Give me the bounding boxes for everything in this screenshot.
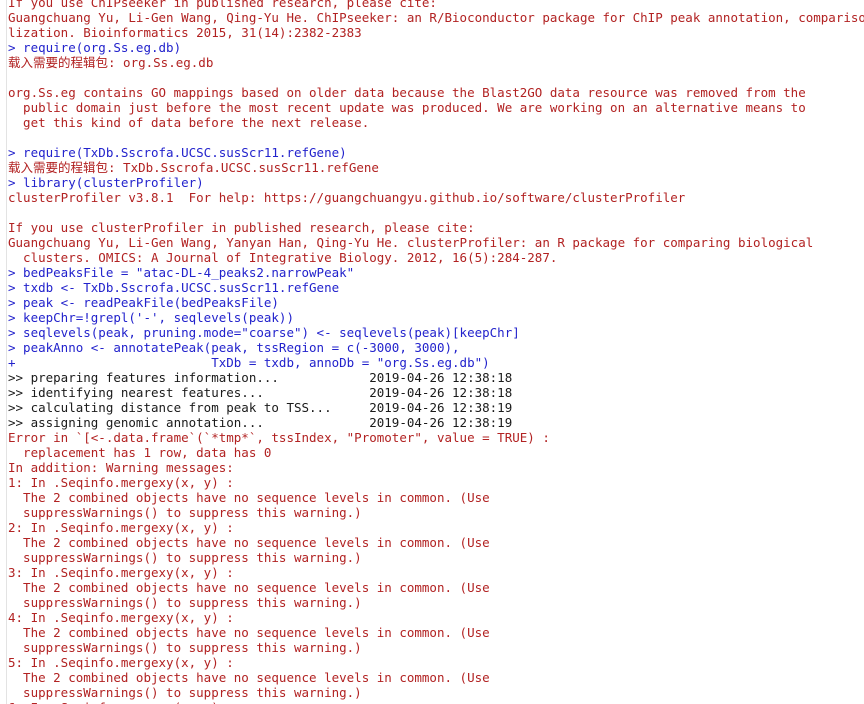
console-output-line: 载入需要的程辑包: TxDb.Sscrofa.UCSC.susScr11.ref… (8, 160, 379, 175)
console-command-line: > library(clusterProfiler) (8, 175, 204, 190)
console-scroll-area[interactable]: If you use ChIPseeker in published resea… (8, 0, 864, 704)
progress-message: >> preparing features information... (8, 370, 279, 385)
progress-padding (332, 400, 370, 415)
console-error-line: In addition: Warning messages: (8, 460, 234, 475)
console-error-line: The 2 combined objects have no sequence … (8, 490, 490, 505)
console-error-line: 5: In .Seqinfo.mergexy(x, y) : (8, 655, 234, 670)
console-command-line: > require(TxDb.Sscrofa.UCSC.susScr11.ref… (8, 145, 347, 160)
console-error-line: 2: In .Seqinfo.mergexy(x, y) : (8, 520, 234, 535)
console-output-line: If you use ChIPseeker in published resea… (8, 0, 437, 10)
console-error-line: suppressWarnings() to suppress this warn… (8, 550, 362, 565)
console-command-line: > keepChr=!grepl('-', seqlevels(peak)) (8, 310, 294, 325)
progress-timestamp: 2019-04-26 12:38:18 (369, 385, 513, 400)
progress-message: >> assigning genomic annotation... (8, 415, 264, 430)
console-error-line: suppressWarnings() to suppress this warn… (8, 595, 362, 610)
console-output-line: 载入需要的程辑包: org.Ss.eg.db (8, 55, 214, 70)
progress-timestamp: 2019-04-26 12:38:19 (369, 400, 513, 415)
console-command-line: > bedPeaksFile = "atac-DL-4_peaks2.narro… (8, 265, 355, 280)
console-error-line: Error in `[<-.data.frame`(`*tmp*`, tssIn… (8, 430, 550, 445)
console-output-line: lization. Bioinformatics 2015, 31(14):23… (8, 25, 362, 40)
console-output-line: If you use clusterProfiler in published … (8, 220, 475, 235)
console-error-line: The 2 combined objects have no sequence … (8, 670, 490, 685)
console-progress-line: >> identifying nearest features... 2019-… (8, 385, 864, 400)
console-command-line: > peak <- readPeakFile(bedPeaksFile) (8, 295, 279, 310)
console-error-line: 6: In .Seqinfo.mergexy(x, y) : (8, 700, 864, 704)
console-error-line: suppressWarnings() to suppress this warn… (8, 505, 362, 520)
console-error-line: 3: In .Seqinfo.mergexy(x, y) : (8, 565, 234, 580)
console-error-line: suppressWarnings() to suppress this warn… (8, 640, 362, 655)
progress-message: >> identifying nearest features... (8, 385, 264, 400)
progress-message: >> calculating distance from peak to TSS… (8, 400, 332, 415)
progress-padding (264, 385, 369, 400)
console-command-line: > seqlevels(peak, pruning.mode="coarse")… (8, 325, 520, 340)
progress-padding (279, 370, 369, 385)
console-output-line: Guangchuang Yu, Li-Gen Wang, Qing-Yu He.… (8, 10, 864, 25)
console-error-line: The 2 combined objects have no sequence … (8, 625, 490, 640)
console-command-line: > require(org.Ss.eg.db) (8, 40, 182, 55)
progress-padding (264, 415, 369, 430)
console-output-line: org.Ss.eg contains GO mappings based on … (8, 85, 806, 100)
progress-timestamp: 2019-04-26 12:38:18 (369, 370, 513, 385)
console-error-line: The 2 combined objects have no sequence … (8, 535, 490, 550)
console-output-lines: If you use ChIPseeker in published resea… (8, 0, 864, 704)
console-error-line: suppressWarnings() to suppress this warn… (8, 685, 362, 700)
console-command-line: + TxDb = txdb, annoDb = "org.Ss.eg.db") (8, 355, 490, 370)
console-error-line: replacement has 1 row, data has 0 (8, 445, 272, 460)
console-progress-line: >> calculating distance from peak to TSS… (8, 400, 864, 415)
console-gutter (0, 0, 7, 704)
console-progress-line: >> preparing features information... 201… (8, 370, 864, 385)
console-error-line: The 2 combined objects have no sequence … (8, 580, 490, 595)
console-output-line: get this kind of data before the next re… (8, 115, 370, 130)
r-console[interactable]: If you use ChIPseeker in published resea… (0, 0, 864, 704)
console-progress-line: >> assigning genomic annotation... 2019-… (8, 415, 864, 430)
progress-timestamp: 2019-04-26 12:38:19 (369, 415, 513, 430)
console-command-line: > txdb <- TxDb.Sscrofa.UCSC.susScr11.ref… (8, 280, 340, 295)
console-output-line: clusterProfiler v3.8.1 For help: https:/… (8, 190, 686, 205)
console-command-line: > peakAnno <- annotatePeak(peak, tssRegi… (8, 340, 460, 355)
console-output-line: public domain just before the most recen… (8, 100, 806, 115)
console-error-line: 1: In .Seqinfo.mergexy(x, y) : (8, 475, 234, 490)
console-error-line: 4: In .Seqinfo.mergexy(x, y) : (8, 610, 234, 625)
console-output-line: Guangchuang Yu, Li-Gen Wang, Yanyan Han,… (8, 235, 814, 250)
console-output-line: clusters. OMICS: A Journal of Integrativ… (8, 250, 558, 265)
